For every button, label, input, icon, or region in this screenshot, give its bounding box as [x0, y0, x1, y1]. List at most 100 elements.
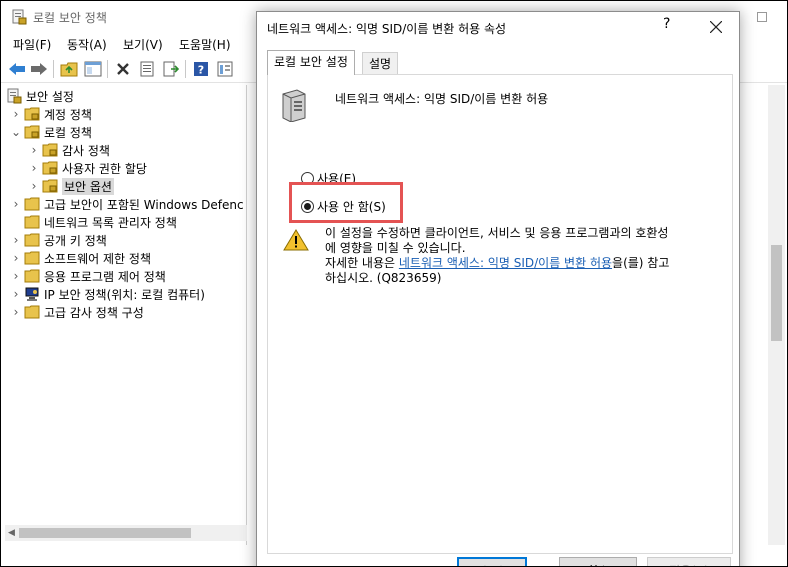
folder-lock-icon [41, 178, 59, 194]
dialog-help-button[interactable]: ? [663, 16, 670, 32]
cancel-button[interactable]: 취소 [559, 557, 637, 566]
tree-item-security-settings[interactable]: 보안 설정 [5, 87, 74, 105]
tree-item-label: 보안 옵션 [62, 177, 114, 195]
tree-item-label: 공개 키 정책 [44, 233, 107, 248]
tab-explain[interactable]: 설명 [362, 52, 399, 74]
help-icon[interactable]: ? [191, 59, 211, 79]
tree-item-label: 고급 감사 정책 구성 [44, 305, 144, 320]
chevron-right-icon[interactable]: › [9, 251, 23, 265]
more-info-link[interactable]: 네트워크 액세스: 익명 SID/이름 변환 허용 [399, 256, 612, 270]
toolbar-separator [107, 60, 108, 78]
tree-item-windows-defender-firewall[interactable]: › 고급 보안이 포함된 Windows Defenc [9, 195, 244, 213]
delete-icon[interactable] [113, 59, 133, 79]
menu-file[interactable]: 파일(F) [13, 36, 51, 53]
scroll-left-icon[interactable]: ◀ [8, 528, 15, 538]
dialog-close-button[interactable] [693, 12, 739, 42]
folder-icon [23, 214, 41, 230]
show-hide-tree-icon[interactable] [83, 59, 103, 79]
tree-item-label: 네트워크 목록 관리자 정책 [44, 215, 177, 230]
export-list-icon[interactable] [161, 59, 181, 79]
main-window: 로컬 보안 정책 파일(F) 동작(A) 보기(V) 도움말(H) ? 보안 설… [0, 0, 788, 567]
dialog-title: 네트워크 액세스: 익명 SID/이름 변환 허용 속성 [267, 22, 507, 36]
warning-text: 이 설정을 수정하면 클라이언트, 서비스 및 응용 프로그램과의 호환성 에 … [325, 226, 725, 286]
more-info-suffix: 을(를) 참고 [612, 256, 670, 270]
tree-item-label: 보안 설정 [26, 89, 74, 104]
folder-lock-icon [41, 142, 59, 158]
chevron-right-icon[interactable]: › [9, 269, 23, 283]
ok-button[interactable]: 확인 [457, 557, 527, 566]
console-view-icon[interactable] [215, 59, 235, 79]
tab-content [267, 74, 733, 554]
tree-item-label: 로컬 정책 [44, 125, 92, 140]
tree-item-label: 소프트웨어 제한 정책 [44, 251, 151, 266]
folder-icon [23, 250, 41, 266]
chevron-right-icon[interactable]: › [27, 161, 41, 175]
warning-icon [283, 229, 309, 254]
tree-item-label: 응용 프로그램 제어 정책 [44, 269, 166, 284]
folder-icon [23, 268, 41, 284]
tree-item-advanced-audit[interactable]: › 고급 감사 정책 구성 [9, 303, 144, 321]
security-settings-icon [5, 88, 23, 104]
local-security-policy-icon [11, 9, 27, 25]
tree-item-label: 계정 정책 [44, 107, 92, 122]
policy-name: 네트워크 액세스: 익명 SID/이름 변환 허용 [335, 92, 549, 106]
tree-pane: 보안 설정 › 계정 정책 ⌄ 로컬 정책 › 감사 정책 › 사용자 권한 할… [3, 85, 247, 545]
tree-item-label: IP 보안 정책(위치: 로컬 컴퓨터) [44, 287, 205, 302]
window-title: 로컬 보안 정책 [33, 11, 107, 25]
details-vertical-scrollbar[interactable] [768, 85, 785, 545]
close-icon [710, 21, 722, 33]
folder-icon [23, 232, 41, 248]
scrollbar-thumb[interactable] [771, 245, 782, 341]
warning-line-2: 에 영향을 미칠 수 있습니다. [325, 241, 466, 255]
chevron-right-icon[interactable]: › [9, 305, 23, 319]
chevron-right-icon[interactable]: › [9, 107, 23, 121]
tab-local-security-setting[interactable]: 로컬 보안 설정 [267, 50, 355, 75]
tree-item-audit-policy[interactable]: › 감사 정책 [27, 141, 110, 159]
folder-lock-icon [23, 106, 41, 122]
forward-arrow-icon[interactable] [29, 59, 49, 79]
tree-item-software-restriction[interactable]: › 소프트웨어 제한 정책 [9, 249, 151, 267]
toolbar-separator [185, 60, 186, 78]
chevron-right-icon[interactable]: › [9, 287, 23, 301]
folder-lock-icon [23, 124, 41, 140]
tree-item-public-key-policies[interactable]: › 공개 키 정책 [9, 231, 107, 249]
chevron-right-icon[interactable]: › [9, 197, 23, 211]
tree-item-local-policies[interactable]: ⌄ 로컬 정책 [9, 123, 92, 141]
folder-lock-icon [41, 160, 59, 176]
tree-item-label: 고급 보안이 포함된 Windows Defenc [44, 197, 244, 212]
chevron-right-icon[interactable]: › [9, 233, 23, 247]
back-arrow-icon[interactable] [7, 59, 27, 79]
more-info-prefix: 자세한 내용은 [325, 256, 399, 270]
scrollbar-thumb[interactable] [19, 528, 191, 538]
properties-icon[interactable] [137, 59, 157, 79]
warning-line-1: 이 설정을 수정하면 클라이언트, 서비스 및 응용 프로그램과의 호환성 [325, 226, 669, 240]
folder-icon [23, 196, 41, 212]
chevron-right-icon[interactable]: › [27, 143, 41, 157]
tree-item-security-options[interactable]: › 보안 옵션 [27, 177, 114, 195]
server-policy-icon [279, 88, 307, 125]
tree-item-label: 사용자 권한 할당 [62, 161, 147, 176]
tree-item-user-rights[interactable]: › 사용자 권한 할당 [27, 159, 147, 177]
tree-item-account-policies[interactable]: › 계정 정책 [9, 105, 92, 123]
properties-dialog: 네트워크 액세스: 익명 SID/이름 변환 허용 속성 ? 로컬 보안 설정 … [256, 11, 740, 566]
more-info-line: 자세한 내용은 네트워크 액세스: 익명 SID/이름 변환 허용을(를) 참고 [325, 256, 725, 271]
up-folder-icon[interactable] [59, 59, 79, 79]
tree-item-ip-security[interactable]: › IP 보안 정책(위치: 로컬 컴퓨터) [9, 285, 205, 303]
ip-security-icon [23, 286, 41, 302]
menu-help[interactable]: 도움말(H) [179, 36, 231, 53]
chevron-right-icon[interactable]: › [27, 179, 41, 193]
tree-item-application-control[interactable]: › 응용 프로그램 제어 정책 [9, 267, 166, 285]
highlight-box [289, 182, 403, 223]
tree-horizontal-scrollbar[interactable]: ◀ [5, 525, 247, 541]
apply-button[interactable]: 적용(A) [647, 557, 731, 566]
toolbar-separator [53, 60, 54, 78]
chevron-down-icon[interactable]: ⌄ [9, 125, 23, 139]
tree-item-label: 감사 정책 [62, 143, 110, 158]
tree-item-network-list-manager[interactable]: 네트워크 목록 관리자 정책 [9, 213, 177, 231]
menu-action[interactable]: 동작(A) [67, 36, 107, 53]
more-info-line-2: 하십시오. (Q823659) [325, 271, 442, 285]
svg-text:?: ? [198, 64, 204, 77]
folder-icon [23, 304, 41, 320]
maximize-button[interactable] [739, 1, 785, 33]
menu-view[interactable]: 보기(V) [123, 36, 163, 53]
